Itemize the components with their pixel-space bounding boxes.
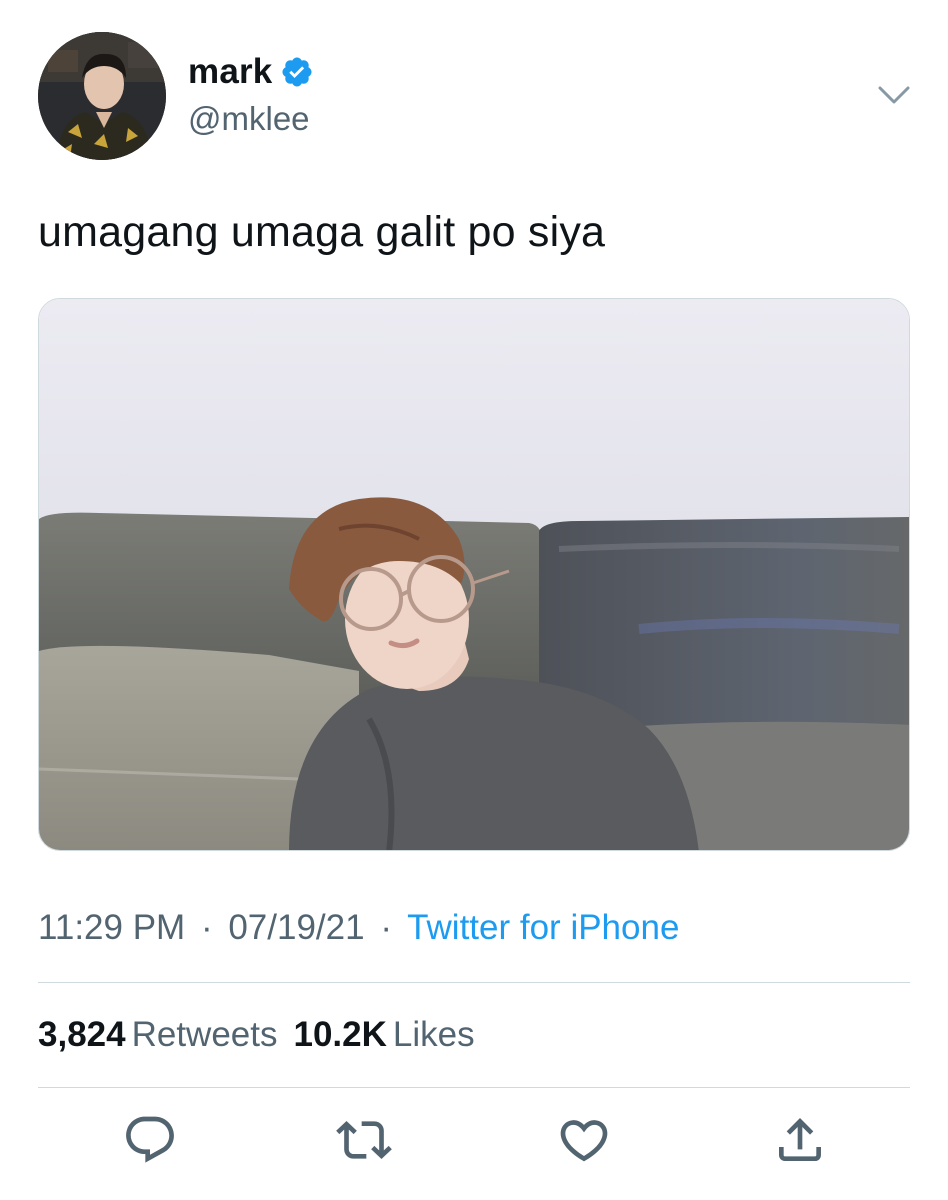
photo-illustration	[39, 299, 909, 850]
meta-separator: ·	[200, 908, 213, 947]
avatar-image	[38, 32, 166, 160]
tweet-stats: 3,824 Retweets 10.2K Likes	[38, 1015, 491, 1055]
action-bar	[0, 1112, 948, 1172]
avatar[interactable]	[38, 32, 166, 160]
verified-badge-icon	[280, 55, 314, 89]
reply-button[interactable]	[122, 1112, 178, 1168]
share-button[interactable]	[772, 1112, 828, 1168]
chevron-down-icon[interactable]	[874, 80, 914, 110]
retweet-button[interactable]	[336, 1112, 392, 1168]
divider	[38, 982, 910, 983]
like-button[interactable]	[556, 1112, 612, 1168]
likes-label: Likes	[392, 1015, 475, 1054]
share-icon	[779, 1118, 821, 1161]
author-name-row[interactable]: mark	[188, 52, 314, 92]
tweet-time[interactable]: 11:29 PM	[38, 908, 185, 947]
tweet-source-link[interactable]: Twitter for iPhone	[407, 908, 679, 947]
tweet-meta: 11:29 PM · 07/19/21 · Twitter for iPhone	[38, 908, 679, 948]
tweet-photo[interactable]	[38, 298, 910, 851]
retweets-label: Retweets	[131, 1015, 278, 1054]
retweets-count: 3,824	[38, 1015, 126, 1054]
author-handle[interactable]: @mklee	[188, 100, 310, 138]
heart-icon	[560, 1120, 608, 1162]
reply-bubble-icon	[126, 1116, 174, 1163]
retweets-stat[interactable]: 3,824 Retweets	[38, 1015, 294, 1054]
meta-separator: ·	[380, 908, 392, 947]
tweet-card: mark @mklee umagang umaga galit po siya	[0, 0, 948, 1200]
tweet-text: umagang umaga galit po siya	[38, 208, 606, 256]
tweet-date[interactable]: 07/19/21	[228, 908, 364, 947]
divider	[38, 1087, 910, 1088]
retweet-icon	[336, 1121, 392, 1159]
likes-stat[interactable]: 10.2K Likes	[294, 1015, 491, 1054]
likes-count: 10.2K	[293, 1015, 387, 1054]
display-name[interactable]: mark	[188, 52, 272, 92]
